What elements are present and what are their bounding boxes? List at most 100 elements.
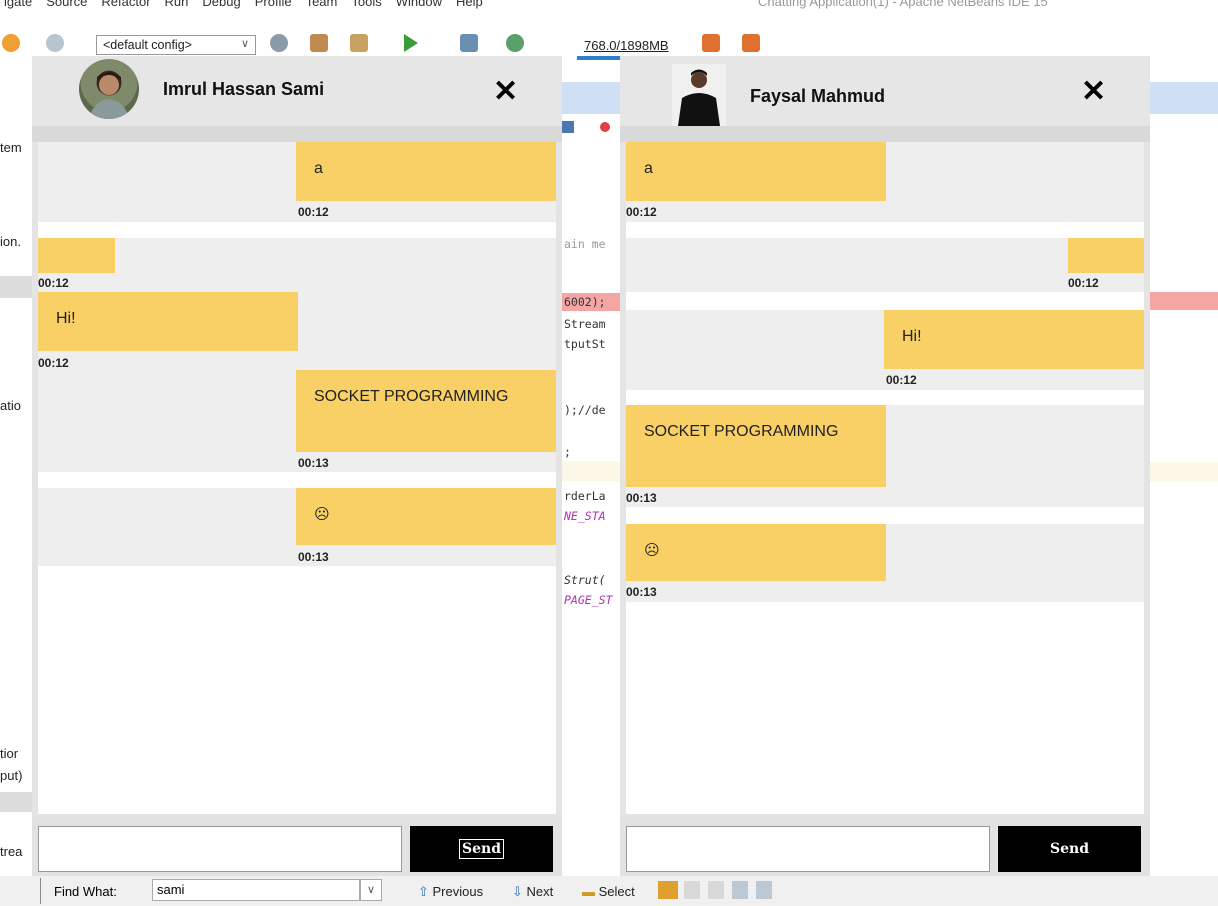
config-value: <default config> <box>103 38 192 52</box>
code-line: tputSt <box>564 337 606 351</box>
select-icon: ▬ <box>582 884 599 899</box>
message-bubble: SOCKET PROGRAMMING <box>296 370 556 452</box>
menu-navigate[interactable]: igate <box>4 0 32 9</box>
close-icon[interactable]: ✕ <box>1081 77 1106 107</box>
avatar <box>672 64 726 126</box>
current-line <box>562 461 622 481</box>
code-editor-fragment: ain me 6002); Stream tputSt );//de ; rde… <box>562 115 622 675</box>
build-hammer-icon[interactable] <box>310 34 328 52</box>
header-separator <box>620 126 1150 142</box>
avatar <box>79 59 139 119</box>
chat-window-left: Imrul Hassan Sami ✕ a 00:12 00:12 Hi! 00… <box>32 56 562 876</box>
menu-window[interactable]: Window <box>396 0 442 9</box>
menu-tools[interactable]: Tools <box>351 0 381 9</box>
message-bubble: a <box>626 142 886 201</box>
regex-icon[interactable] <box>708 881 724 899</box>
play-icon[interactable] <box>404 34 418 52</box>
left-fragment: atio <box>0 398 21 413</box>
menu-help[interactable]: Help <box>456 0 483 9</box>
list-item: Hi! 00:12 <box>38 292 556 372</box>
header-separator <box>32 126 562 142</box>
code-line: Strut( <box>564 573 606 587</box>
find-previous-button[interactable]: ⇧ Previous <box>418 884 483 900</box>
toggle-icon[interactable] <box>562 121 574 133</box>
select-label: Select <box>598 884 635 899</box>
list-item: 00:12 <box>38 238 556 292</box>
send-label: Send <box>459 839 504 859</box>
message-bubble: Hi! <box>884 310 1144 369</box>
current-line <box>1150 462 1218 482</box>
breakpoint-line <box>1150 292 1218 310</box>
editor-tab-band-right <box>1150 82 1218 114</box>
run-project-icon[interactable] <box>2 34 20 52</box>
close-icon[interactable]: ✕ <box>493 77 518 107</box>
left-fragment: tem <box>0 140 22 155</box>
config-select[interactable]: <default config> ∨ <box>96 35 256 55</box>
redo-icon[interactable] <box>46 34 64 52</box>
code-line: rderLa <box>564 489 606 503</box>
message-time: 00:13 <box>626 585 657 599</box>
menu-refactor[interactable]: Refactor <box>101 0 150 9</box>
record-icon[interactable] <box>600 122 610 132</box>
list-item: ☹ 00:13 <box>38 488 556 566</box>
previous-label: Previous <box>432 884 484 899</box>
ide-menubar: igate Source Refactor Run Debug Profile … <box>0 0 1218 22</box>
memory-bar <box>577 56 621 60</box>
left-selection <box>0 276 34 298</box>
debug-icon[interactable] <box>460 34 478 52</box>
menu-debug[interactable]: Debug <box>202 0 240 9</box>
message-bubble: ☹ <box>626 524 886 581</box>
menu-run[interactable]: Run <box>165 0 189 9</box>
gc-icon-1[interactable] <box>702 34 720 52</box>
chat-header: Imrul Hassan Sami ✕ <box>32 56 562 126</box>
message-input[interactable] <box>38 826 402 872</box>
message-input[interactable] <box>626 826 990 872</box>
message-time: 00:13 <box>298 550 329 564</box>
list-item: Hi! 00:12 <box>626 310 1144 390</box>
left-fragment: tior <box>0 746 19 761</box>
chevron-down-icon[interactable]: ∨ <box>360 879 382 901</box>
message-bubble: SOCKET PROGRAMMING <box>626 405 886 487</box>
send-button[interactable]: Send <box>410 826 553 872</box>
send-button[interactable]: Send <box>998 826 1141 872</box>
highlight-icon[interactable] <box>732 881 748 899</box>
chevron-down-icon: ∨ <box>240 38 249 50</box>
clean-hammer-icon[interactable] <box>350 34 368 52</box>
find-next-button[interactable]: ⇩ Next <box>512 884 553 900</box>
gc-icon-2[interactable] <box>742 34 760 52</box>
chat-header: Faysal Mahmud ✕ <box>620 56 1150 126</box>
match-case-icon[interactable] <box>658 881 678 899</box>
code-line: ; <box>564 445 571 459</box>
find-label: Find What: <box>54 884 117 899</box>
menu-profile[interactable]: Profile <box>255 0 292 9</box>
clean-build-icon[interactable] <box>270 34 288 52</box>
list-item: SOCKET PROGRAMMING 00:13 <box>38 370 556 472</box>
compose-area: Send <box>620 816 1150 876</box>
find-input[interactable]: sami <box>152 879 360 901</box>
profile-icon[interactable] <box>506 34 524 52</box>
memory-indicator[interactable]: 768.0/1898MB <box>584 38 669 53</box>
message-time: 00:12 <box>298 205 329 219</box>
list-item: a 00:12 <box>626 142 1144 222</box>
contact-name: Imrul Hassan Sami <box>163 79 325 99</box>
code-line: Stream <box>564 317 606 331</box>
menu-source[interactable]: Source <box>46 0 87 9</box>
ide-window-title: Chatting Application(1) - Apache NetBean… <box>758 0 1048 9</box>
left-fragment: trea <box>0 844 23 859</box>
menu-team[interactable]: Team <box>306 0 338 9</box>
whole-words-icon[interactable] <box>684 881 700 899</box>
code-line: PAGE_ST <box>564 593 613 607</box>
message-bubble <box>1068 238 1144 273</box>
message-time: 00:12 <box>626 205 657 219</box>
message-time: 00:13 <box>298 456 329 470</box>
wrap-icon[interactable] <box>756 881 772 899</box>
list-item: SOCKET PROGRAMMING 00:13 <box>626 405 1144 507</box>
message-bubble: Hi! <box>38 292 298 351</box>
message-bubble <box>38 238 115 273</box>
find-select-button[interactable]: ▬ Select <box>582 884 635 899</box>
arrow-down-icon: ⇩ <box>512 884 527 899</box>
message-time: 00:12 <box>886 373 917 387</box>
editor-tab-band <box>562 82 622 114</box>
message-time: 00:12 <box>1068 276 1099 290</box>
chat-window-right: Faysal Mahmud ✕ a 00:12 00:12 Hi! 00:12 … <box>620 56 1150 876</box>
